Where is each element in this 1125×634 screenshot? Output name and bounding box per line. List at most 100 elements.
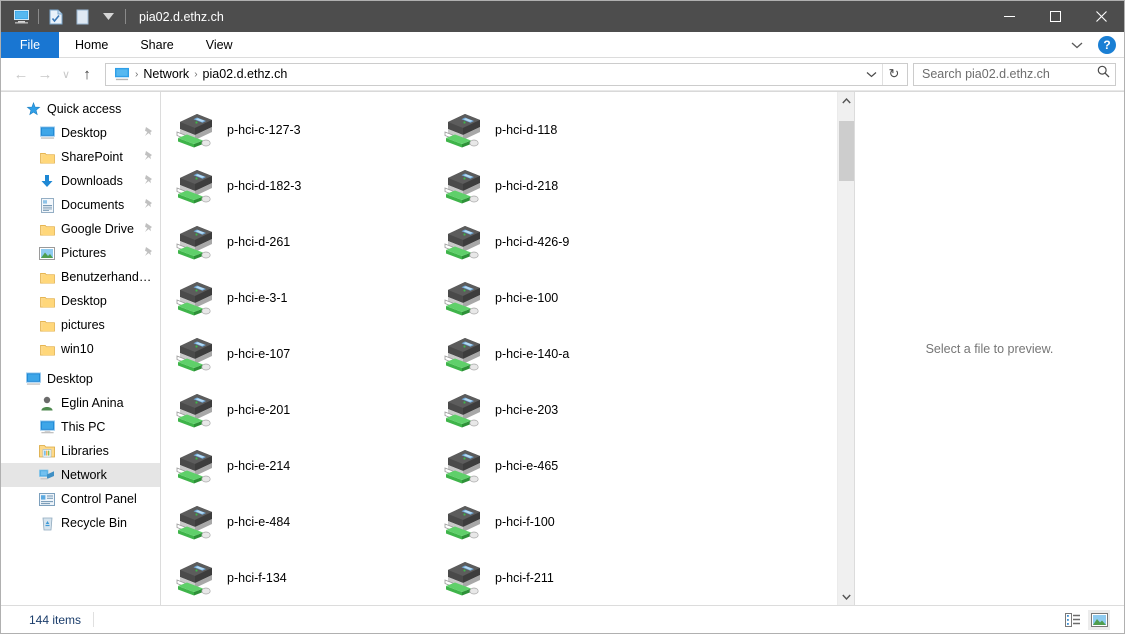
tab-share[interactable]: Share bbox=[124, 32, 189, 58]
customize-qat-dropdown[interactable] bbox=[95, 5, 121, 29]
scroll-down-button[interactable] bbox=[838, 588, 855, 605]
new-folder-icon[interactable] bbox=[69, 5, 95, 29]
network-icon bbox=[39, 467, 55, 483]
sidebar-item-benutzerhandbuch[interactable]: Benutzerhandbuch bbox=[1, 265, 160, 289]
printer-icon bbox=[173, 444, 217, 488]
properties-icon[interactable] bbox=[43, 5, 69, 29]
file-item[interactable]: p-hci-d-182-3 bbox=[169, 158, 437, 214]
file-item[interactable]: p-hci-d-426-9 bbox=[437, 214, 705, 270]
printer-icon bbox=[173, 500, 217, 544]
file-item[interactable]: p-hci-e-465 bbox=[437, 438, 705, 494]
pin-icon[interactable] bbox=[143, 246, 154, 260]
help-icon[interactable]: ? bbox=[1098, 35, 1116, 54]
file-item[interactable]: p-hci-c-127-3 bbox=[169, 102, 437, 158]
large-icons-view-button[interactable] bbox=[1088, 609, 1110, 630]
search-box[interactable] bbox=[913, 62, 1116, 86]
printer-icon bbox=[173, 388, 217, 432]
file-row: p-hci-d-182-3 p-hci-d-218 bbox=[169, 158, 837, 214]
tab-file[interactable]: File bbox=[1, 32, 59, 58]
scrollbar-track[interactable] bbox=[838, 109, 855, 588]
file-item[interactable]: p-hci-e-107 bbox=[169, 326, 437, 382]
minimize-button[interactable] bbox=[986, 1, 1032, 32]
tab-view[interactable]: View bbox=[190, 32, 249, 58]
file-item[interactable]: p-hci-e-201 bbox=[169, 382, 437, 438]
file-name: p-hci-d-261 bbox=[227, 235, 291, 249]
search-icon[interactable] bbox=[1097, 65, 1110, 83]
file-list-view[interactable]: p-hci-c-127-3 p-hci-d-118 p-hci-d-182-3 … bbox=[161, 92, 837, 605]
file-item[interactable]: p-hci-e-140-a bbox=[437, 326, 705, 382]
file-item[interactable]: p-hci-d-218 bbox=[437, 158, 705, 214]
printer-icon bbox=[173, 332, 217, 376]
sidebar-item-pictures[interactable]: Pictures bbox=[1, 241, 160, 265]
tab-home[interactable]: Home bbox=[59, 32, 124, 58]
details-view-button[interactable] bbox=[1062, 610, 1084, 630]
up-button[interactable]: ↑ bbox=[75, 62, 99, 86]
file-item[interactable]: p-hci-e-484 bbox=[169, 494, 437, 550]
pin-icon[interactable] bbox=[143, 126, 154, 140]
window-title: pia02.d.ethz.ch bbox=[139, 9, 224, 24]
recent-locations-button[interactable]: ∨ bbox=[57, 62, 75, 86]
breadcrumb-network[interactable]: Network bbox=[139, 64, 193, 85]
sidebar-item-desktop-qa[interactable]: Desktop bbox=[1, 121, 160, 145]
breadcrumb-host[interactable]: pia02.d.ethz.ch bbox=[199, 64, 292, 85]
file-item[interactable]: p-hci-d-118 bbox=[437, 102, 705, 158]
printer-icon bbox=[173, 108, 217, 152]
maximize-button[interactable] bbox=[1032, 1, 1078, 32]
file-item[interactable]: p-hci-f-100 bbox=[437, 494, 705, 550]
address-bar[interactable]: › Network › pia02.d.ethz.ch ↻ bbox=[105, 62, 908, 86]
sidebar-item-desktop-folder[interactable]: Desktop bbox=[1, 289, 160, 313]
pin-icon[interactable] bbox=[143, 174, 154, 188]
qat-separator-1 bbox=[38, 9, 39, 24]
sidebar-item-google-drive[interactable]: Google Drive bbox=[1, 217, 160, 241]
vertical-scrollbar[interactable] bbox=[837, 92, 854, 605]
this-pc-icon[interactable] bbox=[8, 5, 34, 29]
printer-icon bbox=[173, 556, 217, 600]
sidebar-item-control-panel[interactable]: Control Panel bbox=[1, 487, 160, 511]
preview-pane: Select a file to preview. bbox=[854, 92, 1124, 605]
scrollbar-thumb[interactable] bbox=[838, 121, 854, 181]
file-row: p-hci-e-484 p-hci-f-100 bbox=[169, 494, 837, 550]
sidebar-item-user[interactable]: Eglin Anina bbox=[1, 391, 160, 415]
close-button[interactable] bbox=[1078, 1, 1124, 32]
sidebar-label: Documents bbox=[61, 198, 125, 212]
file-item[interactable]: p-hci-e-203 bbox=[437, 382, 705, 438]
file-item[interactable]: p-hci-f-134 bbox=[169, 550, 437, 605]
search-input[interactable] bbox=[922, 67, 1097, 81]
ribbon-tab-bar: File Home Share View ? bbox=[1, 32, 1124, 58]
file-item[interactable]: p-hci-f-211 bbox=[437, 550, 705, 605]
documents-icon bbox=[39, 197, 55, 213]
refresh-icon[interactable]: ↻ bbox=[883, 64, 905, 85]
sidebar-item-pictures-folder[interactable]: pictures bbox=[1, 313, 160, 337]
folder-icon bbox=[39, 269, 55, 285]
file-item[interactable]: p-hci-e-214 bbox=[169, 438, 437, 494]
sidebar-group-quick-access[interactable]: Quick access bbox=[1, 97, 160, 121]
sidebar-item-downloads[interactable]: Downloads bbox=[1, 169, 160, 193]
sidebar-item-network[interactable]: Network bbox=[1, 463, 160, 487]
sidebar-item-libraries[interactable]: Libraries bbox=[1, 439, 160, 463]
window-controls bbox=[986, 1, 1124, 32]
sidebar-item-this-pc[interactable]: This PC bbox=[1, 415, 160, 439]
forward-button[interactable]: → bbox=[33, 62, 57, 86]
sidebar-item-recycle-bin[interactable]: Recycle Bin bbox=[1, 511, 160, 535]
sidebar-item-win10[interactable]: win10 bbox=[1, 337, 160, 361]
address-dropdown-icon[interactable] bbox=[860, 64, 882, 85]
folder-icon bbox=[39, 341, 55, 357]
pin-icon[interactable] bbox=[143, 198, 154, 212]
file-row: p-hci-e-107 p-hci-e-140-a bbox=[169, 326, 837, 382]
printer-icon bbox=[441, 332, 485, 376]
breadcrumb-root-icon[interactable] bbox=[111, 64, 134, 85]
sidebar-item-documents[interactable]: Documents bbox=[1, 193, 160, 217]
back-button[interactable]: ← bbox=[9, 62, 33, 86]
pin-icon[interactable] bbox=[143, 150, 154, 164]
file-item[interactable]: p-hci-e-100 bbox=[437, 270, 705, 326]
file-name: p-hci-f-100 bbox=[495, 515, 555, 529]
sidebar-item-sharepoint[interactable]: SharePoint bbox=[1, 145, 160, 169]
file-item[interactable]: p-hci-d-261 bbox=[169, 214, 437, 270]
status-divider bbox=[93, 612, 95, 627]
file-item[interactable]: p-hci-e-3-1 bbox=[169, 270, 437, 326]
pin-icon[interactable] bbox=[143, 222, 154, 236]
chevron-down-icon[interactable] bbox=[1066, 34, 1088, 56]
sidebar-item-desktop-root[interactable]: Desktop bbox=[1, 367, 160, 391]
scroll-up-button[interactable] bbox=[838, 92, 855, 109]
file-name: p-hci-e-100 bbox=[495, 291, 559, 305]
